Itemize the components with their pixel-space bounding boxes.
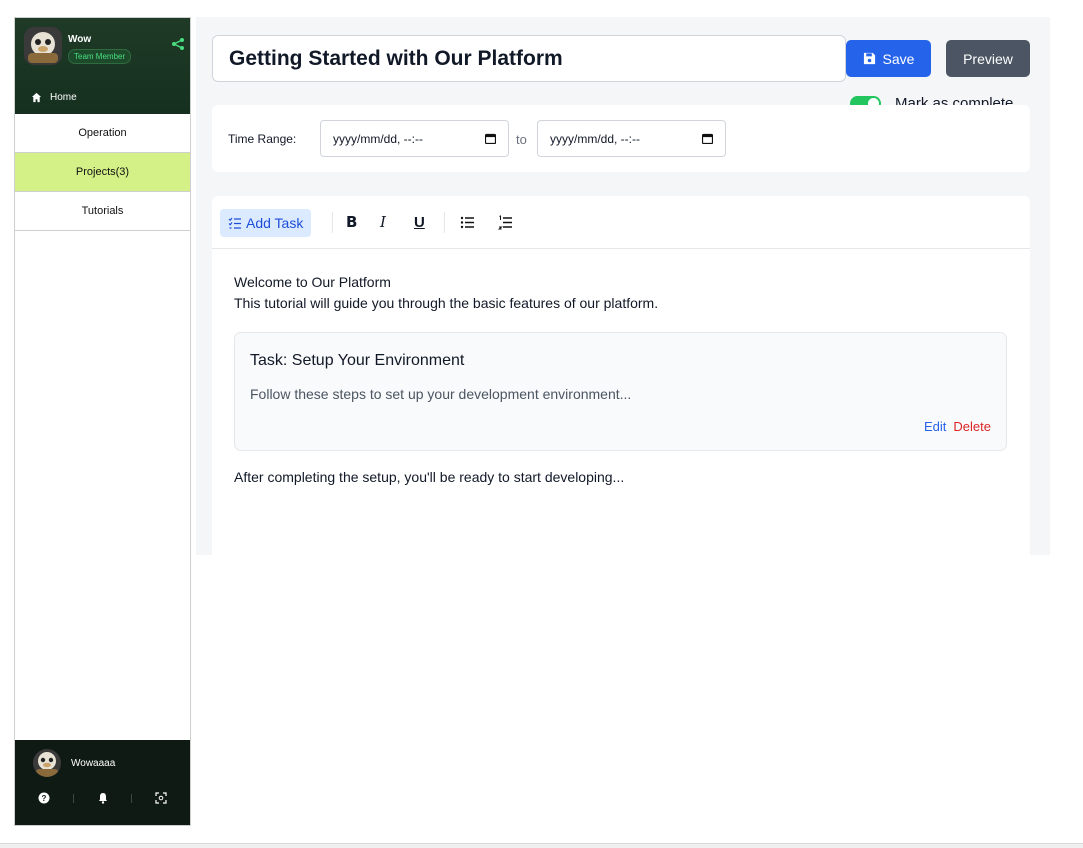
save-label: Save xyxy=(882,50,915,67)
bold-button[interactable]: B xyxy=(346,211,357,233)
scan-icon xyxy=(155,792,167,804)
numbered-list-button[interactable] xyxy=(498,211,513,233)
home-link[interactable]: Home xyxy=(31,92,77,103)
share-icon[interactable] xyxy=(171,37,185,51)
time-range-label: Time Range: xyxy=(228,132,297,146)
sidebar-item-projects[interactable]: Projects(3) xyxy=(15,153,190,192)
sidebar-item-operation[interactable]: Operation xyxy=(15,114,190,153)
title-input[interactable] xyxy=(212,35,846,82)
sidebar-footer: Wowaaaa ? xyxy=(15,740,190,825)
task-block: Task: Setup Your Environment Follow thes… xyxy=(234,332,1007,451)
bell-icon xyxy=(98,793,107,804)
save-button[interactable]: Save xyxy=(846,40,931,77)
content-intro-line: This tutorial will guide you through the… xyxy=(234,295,659,311)
editor-area: Save Preview Mark as complete Time Range… xyxy=(196,17,1050,555)
add-task-label: Add Task xyxy=(246,215,304,231)
footer-actions: ? xyxy=(15,792,190,804)
user-name: Wow xyxy=(68,34,92,45)
help-icon: ? xyxy=(38,792,50,804)
start-date-placeholder: yyyy/mm/dd, --:-- xyxy=(333,131,423,146)
task-title: Task: Setup Your Environment xyxy=(250,352,465,369)
user-avatar[interactable] xyxy=(33,749,61,777)
calendar-icon[interactable] xyxy=(485,133,496,144)
home-icon xyxy=(31,92,42,103)
avatar-image xyxy=(33,749,61,777)
sidebar-item-tutorials[interactable]: Tutorials xyxy=(15,192,190,231)
rich-text-editor: Add Task B I U Welcome to Our Platform T… xyxy=(212,196,1030,555)
save-icon xyxy=(863,52,875,65)
numbered-list-icon xyxy=(498,214,512,229)
bullet-list-icon xyxy=(460,216,474,228)
content-heading-line: Welcome to Our Platform xyxy=(234,274,391,290)
edit-task-link[interactable]: Edit xyxy=(924,419,946,434)
preview-button[interactable]: Preview xyxy=(946,40,1030,77)
time-range-card: Time Range: yyyy/mm/dd, --:-- to yyyy/mm… xyxy=(212,105,1030,172)
svg-text:?: ? xyxy=(41,794,46,803)
scan-button[interactable] xyxy=(132,792,190,804)
editor-content[interactable]: Welcome to Our Platform This tutorial wi… xyxy=(234,272,1009,485)
italic-button[interactable]: I xyxy=(380,211,386,233)
task-description: Follow these steps to set up your develo… xyxy=(250,386,632,402)
avatar-image xyxy=(24,27,62,65)
to-label: to xyxy=(516,132,527,147)
add-task-button[interactable]: Add Task xyxy=(220,209,312,237)
delete-task-link[interactable]: Delete xyxy=(953,419,991,434)
end-date-input[interactable]: yyyy/mm/dd, --:-- xyxy=(537,120,726,157)
end-date-placeholder: yyyy/mm/dd, --:-- xyxy=(550,131,640,146)
notifications-button[interactable] xyxy=(74,792,132,804)
app-page: Wow Team Member Home Operation Projects(… xyxy=(0,0,1083,848)
task-actions: Edit Delete xyxy=(924,419,991,434)
footer-user-name: Wowaaaa xyxy=(71,758,116,769)
sidebar: Wow Team Member Home Operation Projects(… xyxy=(14,17,191,826)
start-date-input[interactable]: yyyy/mm/dd, --:-- xyxy=(320,120,509,157)
role-badge: Team Member xyxy=(68,49,132,64)
checklist-icon xyxy=(228,217,241,229)
sidebar-header: Wow Team Member Home xyxy=(15,18,190,114)
toolbar-divider xyxy=(332,212,333,233)
toolbar-divider xyxy=(444,212,445,233)
home-label: Home xyxy=(50,92,77,103)
bullet-list-button[interactable] xyxy=(460,211,475,233)
editor-toolbar: Add Task B I U xyxy=(212,196,1030,249)
team-avatar[interactable] xyxy=(24,27,62,65)
content-after-line: After completing the setup, you'll be re… xyxy=(234,469,625,485)
underline-button[interactable]: U xyxy=(414,211,425,233)
calendar-icon[interactable] xyxy=(702,133,713,144)
window-bottom-edge xyxy=(0,843,1083,848)
help-button[interactable]: ? xyxy=(15,792,73,804)
